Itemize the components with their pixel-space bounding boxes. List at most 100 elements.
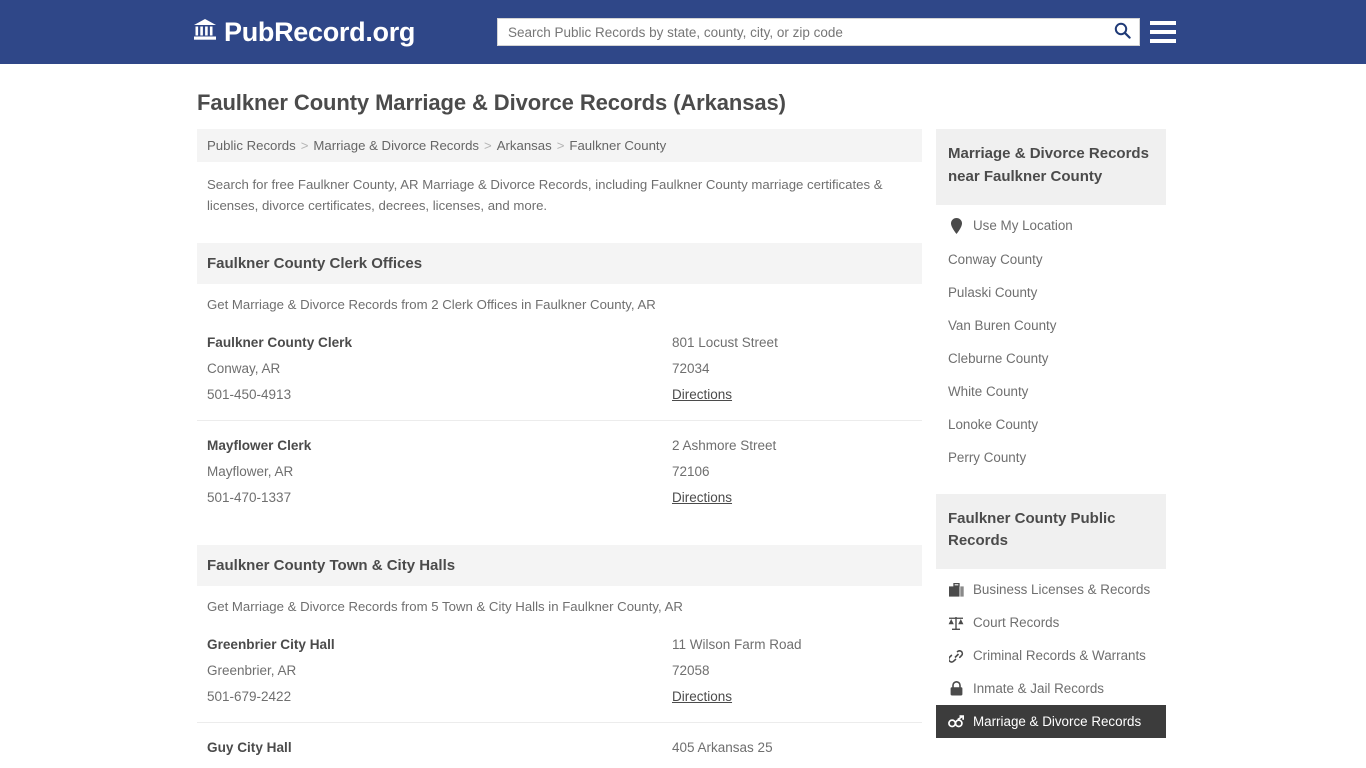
page-body: Faulkner County Marriage & Divorce Recor… [0, 90, 1366, 768]
public-records-label: Criminal Records & Warrants [973, 648, 1146, 664]
site-logo-text: PubRecord.org [224, 16, 416, 47]
nearby-county-label: Van Buren County [948, 317, 1057, 333]
nearby-county-item[interactable]: Conway County [936, 243, 1166, 276]
sidebar: Marriage & Divorce Records near Faulkner… [936, 129, 1166, 739]
section-subtitle: Get Marriage & Divorce Records from 2 Cl… [207, 296, 656, 312]
breadcrumb-item[interactable]: Public Records [207, 138, 296, 153]
public-records-item[interactable]: Criminal Records & Warrants [936, 639, 1166, 672]
office-street: 11 Wilson Farm Road [672, 636, 802, 652]
public-records-item[interactable]: Marriage & Divorce Records [936, 705, 1166, 739]
office-entry: Guy City HallGreenbrier, AR501-679-45854… [197, 721, 922, 768]
public-records-item[interactable]: Business Licenses & Records [936, 573, 1166, 606]
breadcrumb-separator: > [484, 138, 492, 153]
directions-link[interactable]: Directions [672, 490, 732, 505]
chain-link-icon [948, 648, 964, 663]
directions-link-wrap: Directions [672, 485, 912, 511]
section-subtitle: Get Marriage & Divorce Records from 5 To… [207, 598, 683, 614]
office-zip: 72058 [672, 761, 912, 768]
search-icon [1114, 22, 1131, 42]
breadcrumb: Public Records > Marriage & Divorce Record… [197, 129, 922, 162]
office-street: 2 Ashmore Street [672, 437, 777, 453]
office-city-state: Greenbrier, AR [207, 761, 672, 768]
office-street: 801 Locust Street [672, 334, 778, 350]
venus-mars-icon [948, 714, 964, 729]
bank-icon [193, 18, 217, 46]
use-my-location-button[interactable]: Use My Location [936, 209, 1166, 243]
breadcrumb-item[interactable]: Marriage & Divorce Records [313, 138, 479, 153]
nearby-county-item[interactable]: White County [936, 375, 1166, 408]
office-phone: 501-679-2422 [207, 688, 292, 704]
breadcrumb-item[interactable]: Faulkner County [569, 138, 666, 153]
office-street: 405 Arkansas 25 [672, 739, 773, 755]
nearby-county-label: Conway County [948, 251, 1043, 267]
nearby-county-item[interactable]: Pulaski County [936, 276, 1166, 309]
nearby-county-label: White County [948, 383, 1029, 399]
public-records-item[interactable]: Inmate & Jail Records [936, 672, 1166, 705]
nearby-county-label: Lonoke County [948, 416, 1039, 432]
office-entry: Faulkner County Clerk Conway, AR 501-450-4… [197, 318, 922, 420]
public-records-label: Inmate & Jail Records [973, 681, 1104, 697]
directions-link[interactable]: Directions [672, 387, 732, 402]
records-sections: Faulkner County Clerk Offices Get Marriag… [197, 242, 922, 768]
search-button[interactable] [1105, 19, 1139, 45]
public-records-label: Business Licenses & Records [973, 582, 1151, 598]
hamburger-bar [1150, 21, 1176, 25]
directions-link-wrap: Directions [672, 684, 912, 710]
nearby-county-label: Use My Location [973, 218, 1073, 234]
office-name[interactable]: Mayflower Clerk [207, 433, 672, 459]
nearby-county-item[interactable]: Cleburne County [936, 342, 1166, 375]
office-zip: 72058 [672, 662, 710, 678]
map-pin-icon [948, 217, 964, 234]
public-records-heading: Faulkner County Public Records [936, 493, 1166, 570]
breadcrumb-separator: > [300, 138, 309, 153]
nearby-county-item[interactable]: Perry County [936, 441, 1166, 474]
nearby-county-label: Cleburne County [948, 350, 1049, 366]
nearby-county-list: Use My Location Conway County Pulaski Coun… [936, 205, 1166, 474]
office-name[interactable]: Guy City Hall [207, 735, 672, 761]
office-entry-right: 2 Ashmore Street 72106 Directions [672, 433, 912, 511]
page-title: Faulkner County Marriage & Divorce Recor… [197, 90, 786, 115]
office-entry-right: 11 Wilson Farm Road 72058 Directions [672, 632, 912, 710]
office-entry-right: 801 Locust Street 72034 Directions [672, 330, 912, 408]
office-zip: 72106 [672, 463, 710, 479]
page-intro: Search for free Faulkner County, AR Marr… [207, 177, 883, 214]
office-entry: Mayflower Clerk Mayflower, AR 501-470-1337… [197, 419, 922, 523]
office-entry: Greenbrier City Hall Greenbrier, AR 501-67… [197, 620, 922, 722]
main-content: Public Records > Marriage & Divorce Record… [197, 129, 922, 768]
directions-link[interactable]: Directions [672, 689, 732, 704]
lock-icon [948, 681, 964, 696]
office-city-state: Greenbrier, AR [207, 662, 297, 678]
hamburger-menu-icon[interactable] [1150, 18, 1176, 46]
balance-scale-icon [948, 616, 964, 630]
site-logo[interactable]: PubRecord.org [193, 17, 415, 48]
office-entry-right: 405 Arkansas 2572058Directions [672, 735, 912, 768]
nearby-county-label: Perry County [948, 449, 1027, 465]
breadcrumb-item[interactable]: Arkansas [497, 138, 552, 153]
office-entry-left: Faulkner County Clerk Conway, AR 501-450-4… [207, 330, 672, 408]
nearby-county-item[interactable]: Lonoke County [936, 408, 1166, 441]
search-input[interactable] [498, 19, 1105, 45]
nearby-county-item[interactable]: Van Buren County [936, 309, 1166, 342]
office-city-state: Conway, AR [207, 360, 281, 376]
office-entry-left: Mayflower Clerk Mayflower, AR 501-470-1337 [207, 433, 672, 511]
public-records-item[interactable]: Court Records [936, 606, 1166, 639]
search-bar [497, 18, 1140, 46]
section-heading: Faulkner County Clerk Offices [197, 242, 922, 284]
office-zip: 72034 [672, 360, 710, 376]
office-phone: 501-470-1337 [207, 489, 292, 505]
nearby-records-heading: Marriage & Divorce Records near Faulkner… [936, 129, 1166, 205]
office-name[interactable]: Greenbrier City Hall [207, 632, 672, 658]
nearby-county-label: Pulaski County [948, 284, 1038, 300]
briefcase-icon [948, 582, 964, 597]
section-heading: Faulkner County Town & City Halls [197, 544, 922, 586]
content-columns: Public Records > Marriage & Divorce Record… [197, 129, 1366, 768]
public-records-list: Business Licenses & Records Court Records… [936, 569, 1166, 739]
public-records-label: Marriage & Divorce Records [973, 714, 1142, 730]
site-header: PubRecord.org [0, 0, 1366, 64]
directions-link-wrap: Directions [672, 382, 912, 408]
office-name[interactable]: Faulkner County Clerk [207, 330, 672, 356]
public-records-label: Court Records [973, 615, 1060, 631]
office-city-state: Mayflower, AR [207, 463, 294, 479]
office-entry-left: Guy City HallGreenbrier, AR501-679-4585 [207, 735, 672, 768]
hamburger-bar [1150, 30, 1176, 34]
